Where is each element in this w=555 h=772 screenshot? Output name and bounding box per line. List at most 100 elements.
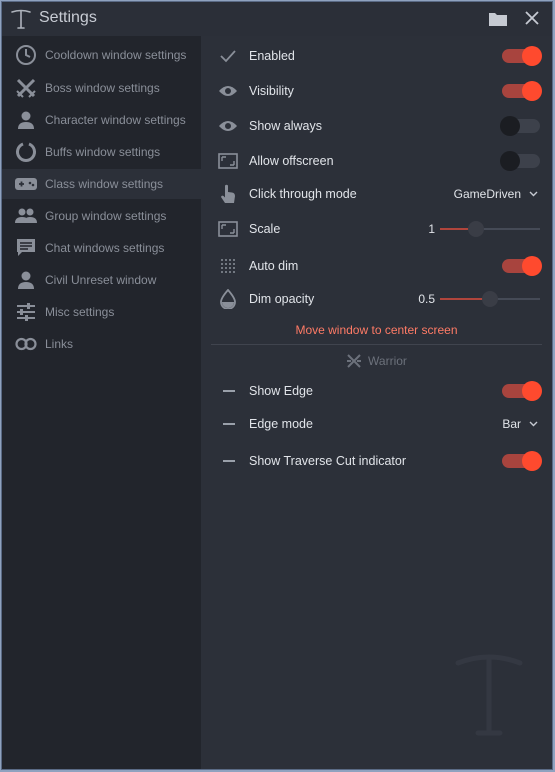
traverse-cut-label: Show Traverse Cut indicator <box>249 454 407 468</box>
click-through-row: Click through mode GameDriven <box>201 179 552 209</box>
show-edge-label: Show Edge <box>249 384 313 398</box>
clock-icon <box>14 43 38 67</box>
sidebar-item-boss[interactable]: Boss window settings <box>2 73 201 103</box>
move-to-center-link[interactable]: Move window to center screen <box>201 323 552 337</box>
edge-mode-label: Edge mode <box>249 417 313 431</box>
sidebar-item-label: Boss window settings <box>45 81 160 95</box>
show-always-toggle[interactable] <box>500 116 540 136</box>
settings-window: Settings Cooldown window settings Boss w… <box>1 1 553 770</box>
sidebar-item-label: Civil Unreset window <box>45 273 157 287</box>
class-name: Warrior <box>368 354 407 368</box>
sidebar-item-label: Cooldown window settings <box>45 48 187 62</box>
dotted-grid-icon <box>217 255 239 277</box>
auto-dim-row: Auto dim <box>201 251 552 281</box>
sidebar-item-label: Class window settings <box>45 177 164 191</box>
circle-notch-icon <box>14 140 38 164</box>
auto-dim-label: Auto dim <box>249 259 299 273</box>
scale-slider[interactable] <box>440 221 540 237</box>
sidebar-item-misc[interactable]: Misc settings <box>2 297 201 327</box>
scale-row: Scale 1 <box>201 214 552 244</box>
screen-frame-icon <box>217 150 239 172</box>
sidebar-item-label: Buffs window settings <box>45 145 161 159</box>
person-icon <box>14 268 38 292</box>
sidebar-item-class[interactable]: Class window settings <box>2 169 201 199</box>
edge-mode-dropdown[interactable]: Bar <box>502 417 538 431</box>
logo-watermark-icon <box>455 654 523 736</box>
allow-offscreen-toggle[interactable] <box>500 151 540 171</box>
click-through-dropdown[interactable]: GameDriven <box>454 187 538 201</box>
slider-thumb[interactable] <box>482 291 498 307</box>
toggle-knob <box>522 46 542 66</box>
enabled-row: Enabled <box>201 41 552 71</box>
sidebar-item-civil-unreset[interactable]: Civil Unreset window <box>2 265 201 295</box>
sidebar-item-label: Links <box>45 337 74 351</box>
gamepad-icon <box>14 172 38 196</box>
toggle-knob <box>500 151 520 171</box>
section-divider <box>211 344 542 345</box>
click-through-value: GameDriven <box>453 187 521 201</box>
toggle-knob <box>522 81 542 101</box>
toggle-knob <box>522 451 542 471</box>
scale-value: 1 <box>428 222 435 236</box>
settings-panel: Enabled Visibility Show always Allow off… <box>201 36 552 769</box>
sidebar-item-cooldown[interactable]: Cooldown window settings <box>2 40 201 70</box>
sidebar-item-label: Character window settings <box>45 113 186 127</box>
eye-icon <box>217 115 239 137</box>
class-section-header: Warrior <box>201 351 552 371</box>
dim-opacity-row: Dim opacity 0.5 <box>201 284 552 314</box>
auto-dim-toggle[interactable] <box>502 256 542 276</box>
sidebar: Cooldown window settings Boss window set… <box>2 36 201 769</box>
folder-icon[interactable] <box>488 11 508 27</box>
crossed-swords-icon <box>14 76 38 100</box>
slider-thumb[interactable] <box>468 221 484 237</box>
toggle-knob <box>522 381 542 401</box>
visibility-toggle[interactable] <box>502 81 542 101</box>
allow-offscreen-label: Allow offscreen <box>249 154 334 168</box>
visibility-label: Visibility <box>249 84 294 98</box>
sidebar-item-label: Chat windows settings <box>45 241 165 255</box>
warrior-class-icon <box>347 354 362 368</box>
dash-icon <box>223 460 235 462</box>
window-title: Settings <box>39 9 97 26</box>
dim-opacity-value: 0.5 <box>418 292 435 306</box>
app-logo-icon <box>11 9 31 29</box>
sidebar-item-character[interactable]: Character window settings <box>2 105 201 135</box>
dash-icon <box>223 390 235 392</box>
edge-mode-row: Edge mode Bar <box>201 409 552 439</box>
scale-label: Scale <box>249 222 281 236</box>
dash-icon <box>223 423 235 425</box>
eye-icon <box>217 80 239 102</box>
edge-mode-value: Bar <box>502 417 521 431</box>
screen-frame-icon <box>217 218 239 240</box>
click-through-label: Click through mode <box>249 187 357 201</box>
sidebar-item-group[interactable]: Group window settings <box>2 201 201 231</box>
show-edge-toggle[interactable] <box>502 381 542 401</box>
link-icon <box>14 332 38 356</box>
sidebar-item-chat[interactable]: Chat windows settings <box>2 233 201 263</box>
show-always-label: Show always <box>249 119 322 133</box>
traverse-cut-toggle[interactable] <box>502 451 542 471</box>
allow-offscreen-row: Allow offscreen <box>201 146 552 176</box>
dim-opacity-slider[interactable] <box>440 291 540 307</box>
chevron-down-icon <box>529 191 538 197</box>
chevron-down-icon <box>529 421 538 427</box>
title-bar[interactable]: Settings <box>2 2 552 36</box>
sidebar-item-label: Group window settings <box>45 209 167 223</box>
pointer-hand-icon <box>217 183 239 205</box>
checkmark-icon <box>217 45 239 67</box>
person-icon <box>14 108 38 132</box>
chat-icon <box>14 236 38 260</box>
group-icon <box>14 204 38 228</box>
show-always-row: Show always <box>201 111 552 141</box>
enabled-label: Enabled <box>249 49 295 63</box>
sliders-icon <box>14 300 38 324</box>
sidebar-item-buffs[interactable]: Buffs window settings <box>2 137 201 167</box>
toggle-knob <box>500 116 520 136</box>
sidebar-item-links[interactable]: Links <box>2 329 201 359</box>
traverse-cut-row: Show Traverse Cut indicator <box>201 446 552 476</box>
enabled-toggle[interactable] <box>502 46 542 66</box>
close-icon[interactable] <box>524 10 540 26</box>
droplet-icon <box>217 288 239 310</box>
dim-opacity-label: Dim opacity <box>249 292 315 306</box>
visibility-row: Visibility <box>201 76 552 106</box>
